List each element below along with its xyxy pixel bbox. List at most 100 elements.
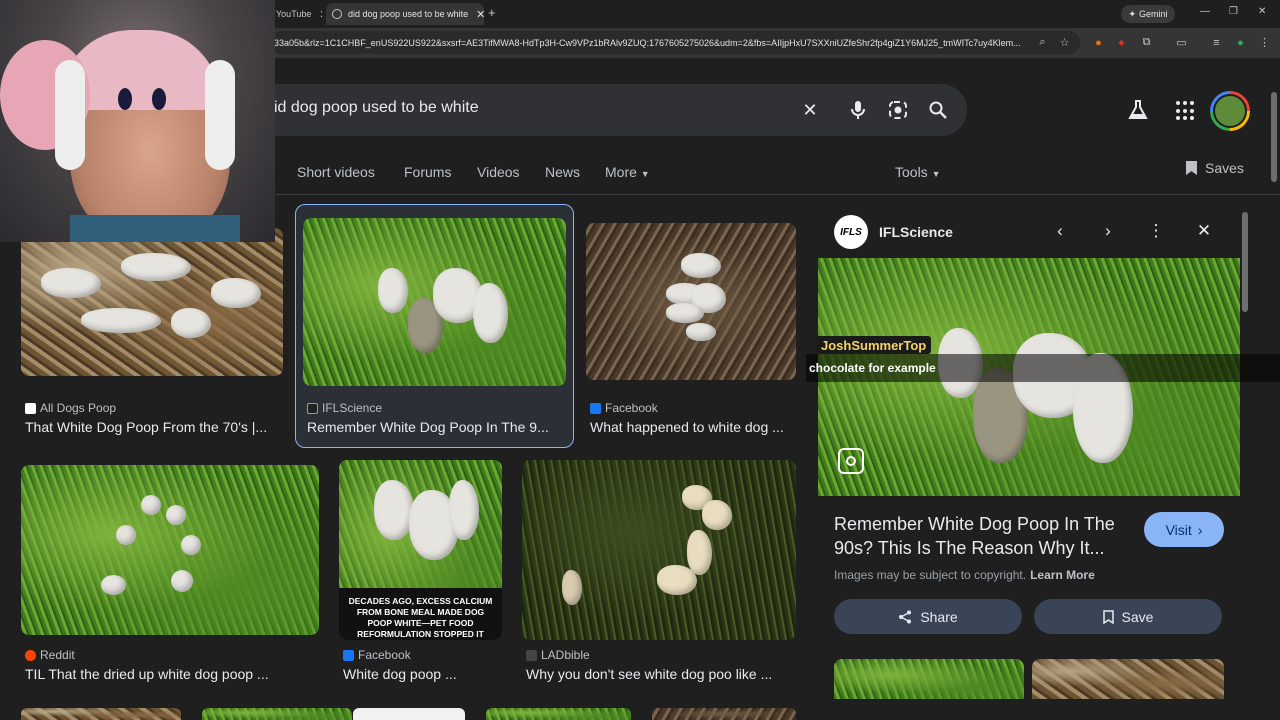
tab-more[interactable]: More ▼ [605,164,650,180]
address-bar[interactable]: 33a05b&rlz=1C1CHBF_enUS922US922&sxsrf=AE… [270,31,1080,54]
result-image[interactable] [522,460,796,640]
next-icon[interactable]: › [1099,221,1117,240]
previous-icon[interactable]: ‹ [1051,221,1069,240]
chat-message: chocolate for example [806,354,1280,382]
tab-title: did dog poop used to be white [348,9,469,19]
minimize-icon[interactable]: — [1200,6,1210,17]
visual-search-icon[interactable] [838,448,864,474]
tab-short-videos[interactable]: Short videos [297,164,375,180]
tab-more-label: More [605,164,637,180]
tools-button[interactable]: Tools ▼ [895,164,941,180]
result-image[interactable] [202,708,352,720]
menu-icon[interactable]: ⋮ [1258,36,1271,49]
copyright-text: Images may be subject to copyright. [834,568,1027,582]
panel-source-name[interactable]: IFLScience [879,224,953,240]
shirt [70,215,240,242]
result-source: Facebook [590,401,658,415]
chat-username: JoshSummerTop [816,336,932,354]
visit-label: Visit [1165,521,1192,538]
star-icon[interactable]: ☆ [1058,36,1071,49]
visit-button[interactable]: Visit › [1144,512,1224,547]
tab-youtube[interactable]: YouTube ✕ [270,3,322,25]
tab-forums[interactable]: Forums [404,164,451,180]
labs-flask-icon[interactable] [1126,98,1150,122]
close-icon[interactable]: ✕ [1195,221,1213,240]
microphone-icon[interactable] [846,98,870,122]
extensions-icon[interactable]: ⧉ [1140,36,1153,49]
bookmark-icon [1102,609,1114,624]
learn-more-link[interactable]: Learn More [1030,568,1095,582]
apps-grid-icon[interactable] [1176,101,1196,121]
gemini-label: Gemini [1139,9,1168,19]
result-title[interactable]: TIL That the dried up white dog poop ... [25,666,319,682]
chevron-right-icon: › [1197,521,1203,538]
image-result[interactable]: IFLScience Remember White Dog Poop In Th… [303,218,567,443]
source-label: Facebook [605,401,658,415]
save-button[interactable]: Save [1034,599,1222,634]
hat-eye [152,88,166,110]
related-image[interactable] [834,659,1024,699]
extension-icon[interactable]: ● [1115,36,1128,49]
panel-scrollbar[interactable] [1242,212,1248,312]
image-caption-overlay: DECADES AGO, EXCESS CALCIUM FROM BONE ME… [339,588,502,640]
tools-label: Tools [895,164,928,180]
reading-list-icon[interactable]: ≡ [1210,36,1223,49]
result-title[interactable]: What happened to white dog ... [590,419,796,435]
tab-videos[interactable]: Videos [477,164,520,180]
result-image[interactable] [486,708,631,720]
webcam-overlay [0,0,275,242]
hat-eye [118,88,132,110]
search-icon[interactable] [926,98,950,122]
result-image[interactable] [353,708,465,720]
headphones [205,60,235,170]
source-favicon [526,649,537,661]
close-icon[interactable]: ✕ [468,8,484,21]
tab-active-search[interactable]: did dog poop used to be white ✕ [326,3,484,25]
image-result[interactable]: Facebook What happened to white dog ... [586,223,796,443]
new-tab-icon[interactable]: + [488,5,496,20]
clear-icon[interactable]: ✕ [798,98,822,122]
share-icon [899,610,912,623]
result-source: Reddit [25,648,75,662]
result-title[interactable]: Why you don't see white dog poo like ... [526,666,796,682]
headphones [55,60,85,170]
result-title[interactable]: That White Dog Poop From the 70's |... [25,419,283,435]
extension-icon[interactable]: ● [1092,36,1105,49]
result-image[interactable] [303,218,566,386]
image-result[interactable]: DECADES AGO, EXCESS CALCIUM FROM BONE ME… [339,460,502,685]
account-avatar[interactable] [1210,91,1250,131]
result-image[interactable] [21,228,283,376]
search-input[interactable]: id dog poop used to be white [274,99,479,117]
lens-icon[interactable] [886,98,910,122]
result-image[interactable] [652,708,796,720]
caret-down-icon: ▼ [640,169,650,179]
result-image[interactable] [586,223,796,380]
gemini-button[interactable]: ✦ Gemini [1121,5,1175,23]
share-button[interactable]: Share [834,599,1022,634]
zoom-icon[interactable]: ⌕ [1036,36,1049,49]
result-title[interactable]: White dog poop ... [343,666,502,682]
result-title[interactable]: Remember White Dog Poop In The 9... [307,419,563,435]
image-result[interactable]: LADbible Why you don't see white dog poo… [522,460,796,685]
result-image[interactable] [21,465,319,635]
page-scrollbar[interactable] [1270,70,1278,720]
cast-icon[interactable]: ▭ [1175,36,1188,49]
source-label: All Dogs Poop [40,401,117,415]
tab-news[interactable]: News [545,164,580,180]
more-options-icon[interactable]: ⋮ [1147,221,1165,240]
result-image[interactable]: DECADES AGO, EXCESS CALCIUM FROM BONE ME… [339,460,502,640]
tab-title: YouTube [276,9,312,19]
result-image[interactable] [21,708,181,720]
image-result[interactable]: All Dogs Poop That White Dog Poop From t… [21,228,283,443]
window-close-icon[interactable]: ✕ [1258,6,1266,17]
saves-button[interactable]: Saves [1186,160,1244,176]
panel-title[interactable]: Remember White Dog Poop In The 90s? This… [834,512,1134,560]
result-source: IFLScience [307,401,382,415]
source-favicon [307,402,318,414]
related-image[interactable] [1032,659,1224,699]
close-icon[interactable]: ✕ [311,8,322,21]
source-logo: IFLS [834,215,868,249]
image-result[interactable]: Reddit TIL That the dried up white dog p… [21,465,319,685]
profile-icon[interactable]: ● [1234,36,1247,49]
restore-icon[interactable]: ❐ [1229,6,1238,17]
